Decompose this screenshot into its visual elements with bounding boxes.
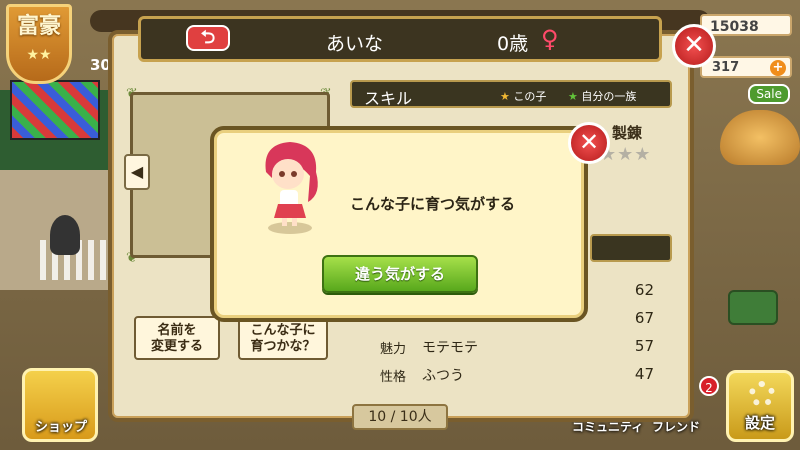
coin-counter: 15038 <box>700 14 792 36</box>
legend-this-child: ★ この子 <box>500 90 547 103</box>
stat-label: 性格 <box>380 370 407 385</box>
rank-badge[interactable]: 富豪 ★★ <box>6 4 72 84</box>
gem-counter: 317 + <box>700 56 792 78</box>
panel-header: ⮌ あいな 0歳 ♀ <box>138 16 662 62</box>
friend-notification-badge: 2 <box>699 376 719 396</box>
shop-label: ショップ <box>34 420 87 435</box>
stat-value: 67 <box>634 309 654 327</box>
dialog-message: こんな子に育つ気がする <box>350 195 516 213</box>
female-icon: ♀ <box>541 25 559 53</box>
gear-icon <box>749 381 775 407</box>
star-icon: ★ <box>500 90 510 103</box>
shop-button[interactable]: ショップ <box>22 368 98 442</box>
rename-button[interactable]: 名前を 変更する <box>134 316 220 360</box>
child-name: あいな <box>326 33 384 55</box>
close-dialog-button[interactable]: ✕ <box>568 122 610 164</box>
sale-badge[interactable]: Sale <box>748 84 790 104</box>
child-age: 0歳 <box>497 33 529 55</box>
stat-label: 魅力 <box>380 342 407 357</box>
legend-family: ★ 自分の一族 <box>568 90 637 103</box>
settings-label: 設定 <box>744 414 775 432</box>
prev-child-arrow-icon[interactable]: ◀ <box>124 154 150 190</box>
stat-value: 47 <box>634 365 654 383</box>
rank-title: 富豪 <box>16 14 61 39</box>
house-roof <box>10 80 100 140</box>
stat-desc: モテモテ <box>422 340 478 356</box>
cart-decoration <box>728 290 778 325</box>
skill-title: スキル <box>364 89 413 108</box>
rank-stars: ★★ <box>26 47 52 63</box>
skill-forging-label: 製錬 <box>612 124 643 142</box>
stat-value: 62 <box>634 281 654 299</box>
child-avatar <box>265 142 318 234</box>
settings-button[interactable]: 設定 <box>726 370 794 442</box>
stat-value: 57 <box>634 337 654 355</box>
grow-preview-button[interactable]: こんな子に 育つかな？ <box>238 316 328 360</box>
star-icon: ★ <box>568 90 578 103</box>
different-feeling-button[interactable]: 違う気がする <box>322 255 478 293</box>
add-gems-button[interactable]: + <box>770 60 786 76</box>
gem-count: 317 <box>712 60 740 75</box>
stats-header <box>590 234 672 262</box>
page-indicator: 10 / 10人 <box>352 404 448 430</box>
skill-header: スキル ★ この子 ★ 自分の一族 <box>350 80 672 108</box>
npc-character <box>50 215 80 255</box>
close-panel-button[interactable]: ✕ <box>672 24 716 68</box>
stat-desc: ふつう <box>422 368 464 384</box>
back-button[interactable]: ⮌ <box>186 25 230 51</box>
